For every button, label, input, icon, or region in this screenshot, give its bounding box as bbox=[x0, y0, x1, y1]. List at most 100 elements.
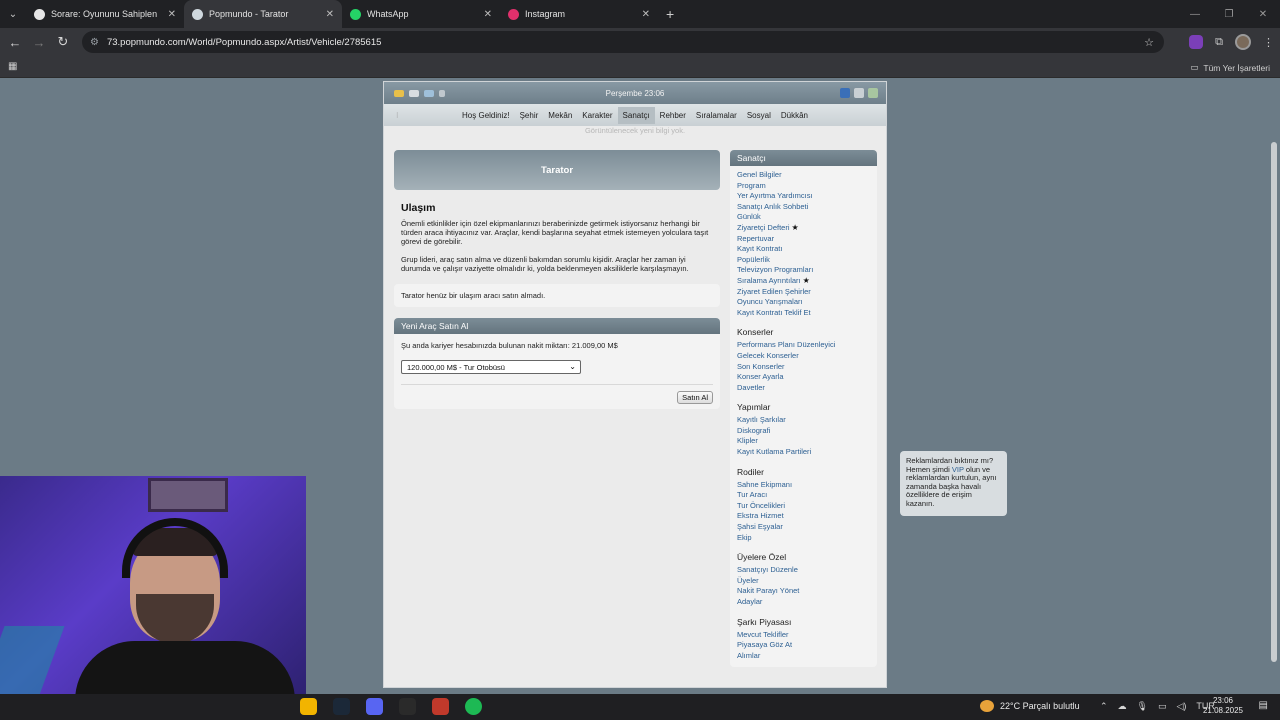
new-tab-button[interactable]: + bbox=[666, 0, 674, 28]
page-scrollbar[interactable] bbox=[1268, 78, 1280, 694]
people-icon[interactable] bbox=[424, 89, 434, 97]
chevron-up-icon[interactable]: ⌃ bbox=[1100, 701, 1108, 712]
close-tab-icon[interactable]: ✕ bbox=[642, 9, 650, 20]
vehicle-select[interactable]: 120.000,00 M$ - Tur Otobüsü ⌄ bbox=[401, 359, 581, 374]
sidebar-link[interactable]: Adaylar bbox=[737, 597, 870, 608]
cloud-icon[interactable]: ☁ bbox=[1118, 701, 1127, 712]
search-icon[interactable] bbox=[439, 89, 445, 97]
sidebar-link[interactable]: Alımlar bbox=[737, 651, 870, 662]
scrollbar-thumb[interactable] bbox=[1271, 142, 1277, 662]
mail-icon[interactable] bbox=[394, 89, 404, 97]
sidebar-link[interactable]: Sahne Ekipmanı bbox=[737, 480, 870, 491]
chat-icon[interactable] bbox=[409, 89, 419, 97]
sidebar-link[interactable]: Kayıt Kontratı Teklif Et bbox=[737, 308, 870, 319]
address-bar[interactable]: ⚙ 73.popmundo.com/World/Popmundo.aspx/Ar… bbox=[82, 31, 1164, 53]
sidebar-link[interactable]: Popülerlik bbox=[737, 255, 870, 266]
forward-icon[interactable]: → bbox=[27, 35, 51, 50]
sidebar-link[interactable]: Üyeler bbox=[737, 576, 870, 587]
close-tab-icon[interactable]: ✕ bbox=[168, 9, 176, 20]
nav-item[interactable]: Sanatçı bbox=[617, 106, 655, 124]
sidebar-link[interactable]: Konser Ayarla bbox=[737, 372, 870, 383]
tab-search-icon[interactable]: ⌄ bbox=[0, 0, 26, 28]
nav-item[interactable]: Dükkân bbox=[776, 107, 813, 124]
sidebar-link[interactable]: Tur Aracı bbox=[737, 490, 870, 501]
buy-button[interactable]: Satın Al bbox=[677, 390, 713, 404]
sidebar-link[interactable]: Televizyon Programları bbox=[737, 265, 870, 276]
sidebar-link[interactable]: Kayıtlı Şarkılar bbox=[737, 415, 870, 426]
sidebar-link[interactable]: Mevcut Teklifler bbox=[737, 630, 870, 641]
reload-icon[interactable]: ↻ bbox=[51, 34, 75, 50]
all-bookmarks[interactable]: ▭ Tüm Yer İşaretleri bbox=[1190, 62, 1270, 73]
nav-item[interactable]: Karakter bbox=[577, 107, 617, 124]
epic-games-taskbar-icon[interactable] bbox=[399, 698, 416, 715]
nav-item[interactable]: Sıralamalar bbox=[691, 107, 742, 124]
sidebar-link[interactable]: Program bbox=[737, 181, 870, 192]
sidebar-link[interactable]: Sanatçı Anlık Sohbeti bbox=[737, 202, 870, 213]
sidebar-link[interactable]: Davetler bbox=[737, 383, 870, 394]
sidebar-link[interactable]: Yer Ayırtma Yardımcısı bbox=[737, 191, 870, 202]
sidebar-link[interactable]: Piyasaya Göz At bbox=[737, 640, 870, 651]
window-controls: — ❐ ✕ bbox=[1178, 0, 1280, 28]
network-icon[interactable]: ▭ bbox=[1158, 701, 1167, 712]
apps-grid-icon[interactable]: ▦ bbox=[8, 61, 17, 72]
help-icon[interactable] bbox=[840, 88, 850, 98]
sidebar-link[interactable]: Sıralama Ayrıntıları ★ bbox=[737, 276, 870, 287]
site-info-icon[interactable]: ⚙ bbox=[90, 37, 99, 48]
steam-taskbar-icon[interactable] bbox=[333, 698, 350, 715]
nav-item[interactable]: Rehber bbox=[655, 107, 691, 124]
taskbar-clock[interactable]: 23:06 21.08.2025 bbox=[1200, 696, 1246, 716]
sidebar-link[interactable]: Kayıt Kutlama Partileri bbox=[737, 447, 870, 458]
sidebar-link[interactable]: Performans Planı Düzenleyici bbox=[737, 340, 870, 351]
sidebar-link[interactable]: Nakit Parayı Yönet bbox=[737, 586, 870, 597]
sidebar-link[interactable]: Ziyaret Edilen Şehirler bbox=[737, 287, 870, 298]
nav-item[interactable]: Şehir bbox=[515, 107, 544, 124]
browser-tab[interactable]: WhatsApp ✕ bbox=[342, 0, 500, 28]
sidebar-link[interactable]: Gelecek Konserler bbox=[737, 351, 870, 362]
nav-item[interactable]: Hoş Geldiniz! bbox=[457, 107, 515, 124]
profile-avatar[interactable] bbox=[1235, 34, 1251, 50]
settings-icon[interactable] bbox=[868, 88, 878, 98]
extensions-puzzle-icon[interactable]: ⧉ bbox=[1215, 36, 1223, 49]
sidebar-link-label: Kayıt Kutlama Partileri bbox=[737, 447, 812, 457]
volume-icon[interactable]: ◁) bbox=[1177, 701, 1187, 712]
sidebar-link[interactable]: Klipler bbox=[737, 436, 870, 447]
browser-tab[interactable]: Popmundo - Tarator ✕ bbox=[184, 0, 342, 28]
sidebar-link[interactable]: Repertuvar bbox=[737, 234, 870, 245]
restore-icon[interactable]: ❐ bbox=[1212, 9, 1246, 20]
sidebar-link[interactable]: Sanatçıyı Düzenle bbox=[737, 565, 870, 576]
sidebar-link[interactable]: Genel Bilgiler bbox=[737, 170, 870, 181]
sidebar-link[interactable]: Ekstra Hizmet bbox=[737, 511, 870, 522]
back-icon[interactable]: ← bbox=[3, 35, 27, 50]
sidebar-link[interactable]: Diskografi bbox=[737, 426, 870, 437]
sidebar-link-label: Program bbox=[737, 180, 766, 190]
close-tab-icon[interactable]: ✕ bbox=[326, 9, 334, 20]
close-tab-icon[interactable]: ✕ bbox=[484, 9, 492, 20]
sidebar-link[interactable]: Ekip bbox=[737, 533, 870, 544]
notification-icon[interactable]: ▤ bbox=[1259, 700, 1268, 711]
obs-taskbar-icon[interactable] bbox=[432, 698, 449, 715]
sidebar-link[interactable]: Şahsi Eşyalar bbox=[737, 522, 870, 533]
sidebar-link[interactable]: Günlük bbox=[737, 212, 870, 223]
bookmark-star-icon[interactable]: ☆ bbox=[1144, 36, 1154, 49]
browser-menu-icon[interactable]: ⋮ bbox=[1263, 36, 1274, 49]
extension-icon[interactable] bbox=[1189, 35, 1204, 49]
mic-icon[interactable]: 🎙 bbox=[1137, 701, 1148, 712]
chrome-taskbar-icon[interactable] bbox=[300, 698, 317, 715]
browser-tab[interactable]: Instagram ✕ bbox=[500, 0, 658, 28]
close-window-icon[interactable]: ✕ bbox=[1246, 9, 1280, 20]
nav-item[interactable]: Mekân bbox=[543, 107, 577, 124]
sidebar-link-label: Kayıtlı Şarkılar bbox=[737, 415, 786, 425]
sidebar-link[interactable]: Son Konserler bbox=[737, 362, 870, 373]
nav-item[interactable]: Sosyal bbox=[742, 107, 776, 124]
sidebar-link[interactable]: Ziyaretçi Defteri ★ bbox=[737, 223, 870, 234]
spotify-taskbar-icon[interactable] bbox=[465, 698, 482, 715]
sidebar-link[interactable]: Oyuncu Yarışmaları bbox=[737, 297, 870, 308]
tab-title: Popmundo - Tarator bbox=[209, 9, 289, 19]
user-icon[interactable] bbox=[854, 88, 864, 98]
discord-taskbar-icon[interactable] bbox=[366, 698, 383, 715]
sidebar-link[interactable]: Tur Öncelikleri bbox=[737, 501, 870, 512]
weather-widget[interactable]: 22°C Parçalı bulutlu bbox=[980, 700, 1080, 712]
browser-tab[interactable]: Sorare: Oyununu Sahiplen ✕ bbox=[26, 0, 184, 28]
minimize-icon[interactable]: — bbox=[1178, 9, 1212, 20]
sidebar-link[interactable]: Kayıt Kontratı bbox=[737, 244, 870, 255]
